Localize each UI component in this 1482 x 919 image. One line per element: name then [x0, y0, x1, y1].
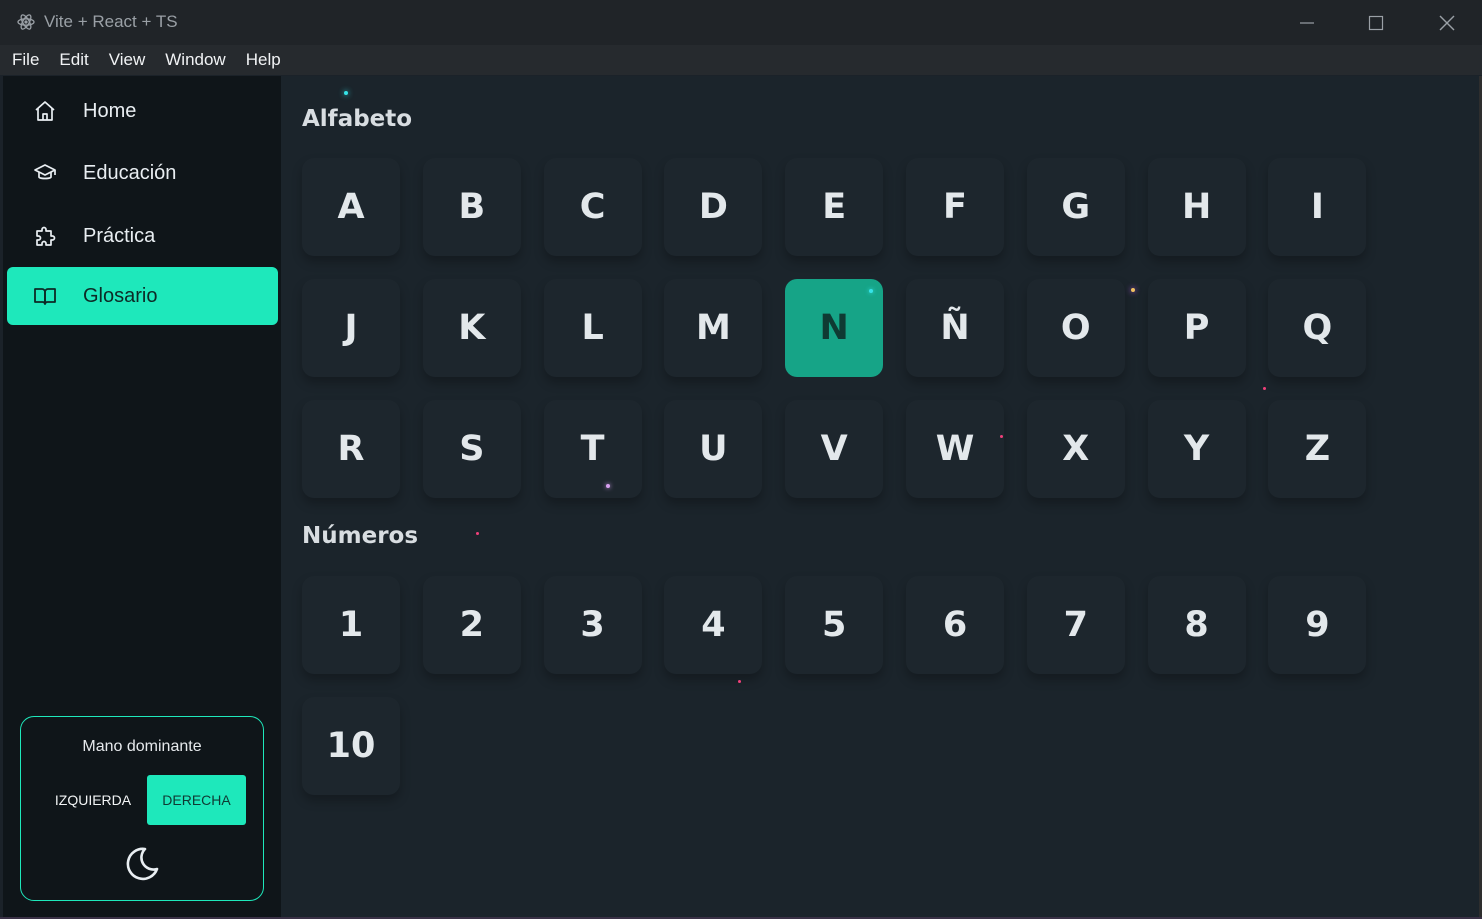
letter-tile[interactable]: K — [422, 279, 521, 377]
numbers-title: Números — [302, 523, 419, 549]
sparkle — [869, 289, 874, 293]
sidebar-item-label: Glosario — [83, 284, 158, 307]
glossary-main: Alfabeto ABCDEFGHI JKLMNÑOPQ RSTUVWXYZ Núm… — [281, 76, 1479, 917]
letter-tile[interactable]: Y — [1147, 400, 1246, 498]
sparkle — [738, 680, 741, 683]
letter-tile[interactable]: I — [1268, 158, 1367, 256]
letter-tile[interactable]: S — [422, 400, 521, 498]
number-tile[interactable]: 8 — [1147, 576, 1246, 674]
puzzle-icon — [36, 226, 56, 246]
letter-tile[interactable]: W — [906, 400, 1004, 498]
letter-tile[interactable]: T — [543, 400, 642, 498]
close-button[interactable] — [1412, 0, 1482, 45]
letter-tile[interactable]: A — [302, 158, 400, 256]
letter-tile[interactable]: B — [422, 158, 521, 256]
sidebar-item-label: Práctica — [83, 224, 156, 247]
menu-bar: File Edit View Window Help — [0, 45, 1482, 75]
sidebar-item-glosario[interactable]: Glosario — [7, 267, 278, 325]
letter-tile[interactable]: Z — [1268, 400, 1367, 498]
letter-tile[interactable]: L — [543, 279, 642, 377]
sidebar-item-home[interactable]: Home — [7, 82, 278, 140]
letter-tile[interactable]: J — [302, 279, 400, 377]
sidebar-item-label: Home — [83, 99, 137, 122]
menu-help[interactable]: Help — [236, 45, 291, 75]
right-hand-button[interactable]: DERECHA — [147, 775, 246, 825]
letter-tile[interactable]: Ñ — [906, 279, 1004, 377]
number-tile[interactable]: 5 — [785, 576, 884, 674]
letter-tile[interactable]: M — [664, 279, 763, 377]
alphabet-title: Alfabeto — [302, 106, 413, 132]
sidebar: Home Educación Práctica Glosario Mano do… — [3, 76, 281, 917]
letter-tile[interactable]: G — [1026, 158, 1125, 256]
maximize-icon — [1368, 15, 1384, 30]
sparkle — [1263, 387, 1266, 390]
letter-tile[interactable]: H — [1147, 158, 1246, 256]
dominant-hand-title: Mano dominante — [82, 738, 202, 755]
close-icon — [1439, 15, 1455, 30]
number-tile[interactable]: 3 — [543, 576, 642, 674]
sidebar-item-practica[interactable]: Práctica — [7, 207, 278, 265]
sparkle — [476, 532, 479, 535]
minimize-button[interactable] — [1272, 0, 1342, 45]
electron-app-icon — [17, 14, 35, 30]
sidebar-item-educacion[interactable]: Educación — [7, 144, 278, 202]
menu-window[interactable]: Window — [155, 45, 235, 75]
letter-tile[interactable]: V — [785, 400, 884, 498]
letter-tile[interactable]: E — [785, 158, 884, 256]
number-tile[interactable]: 10 — [302, 697, 400, 795]
menu-edit[interactable]: Edit — [49, 45, 98, 75]
letter-tile[interactable]: R — [302, 400, 400, 498]
graduation-cap-icon — [34, 164, 56, 180]
minimize-icon — [1300, 21, 1314, 24]
number-tile[interactable]: 4 — [664, 576, 763, 674]
number-tile[interactable]: 6 — [906, 576, 1004, 674]
letter-tile[interactable]: P — [1147, 279, 1246, 377]
letter-tile[interactable]: C — [543, 158, 642, 256]
book-open-icon — [34, 288, 56, 305]
menu-file[interactable]: File — [2, 45, 49, 75]
window-title: Vite + React + TS — [44, 12, 178, 31]
number-tile[interactable]: 2 — [422, 576, 521, 674]
sparkle — [606, 484, 610, 488]
letter-tile[interactable]: X — [1026, 400, 1125, 498]
letter-tile[interactable]: Q — [1268, 279, 1367, 377]
maximize-button[interactable] — [1341, 0, 1411, 45]
dominant-hand-panel: Mano dominante IZQUIERDA DERECHA — [20, 716, 264, 901]
sidebar-item-label: Educación — [83, 161, 177, 184]
title-bar: Vite + React + TS — [0, 0, 1482, 45]
number-tile[interactable]: 7 — [1026, 576, 1125, 674]
letter-tile[interactable]: U — [664, 400, 763, 498]
home-icon — [35, 101, 55, 121]
number-tile[interactable]: 1 — [302, 576, 400, 674]
letter-tile[interactable]: F — [906, 158, 1004, 256]
letter-tile[interactable]: D — [664, 158, 763, 256]
left-hand-button[interactable]: IZQUIERDA — [41, 775, 145, 825]
sparkle — [1131, 288, 1135, 292]
letter-tile[interactable]: N — [785, 279, 884, 377]
sparkle — [1000, 435, 1003, 438]
number-tile[interactable]: 9 — [1268, 576, 1367, 674]
letter-tile[interactable]: O — [1026, 279, 1125, 377]
menu-view[interactable]: View — [99, 45, 156, 75]
sparkle — [344, 91, 348, 95]
moon-icon[interactable] — [123, 845, 161, 883]
